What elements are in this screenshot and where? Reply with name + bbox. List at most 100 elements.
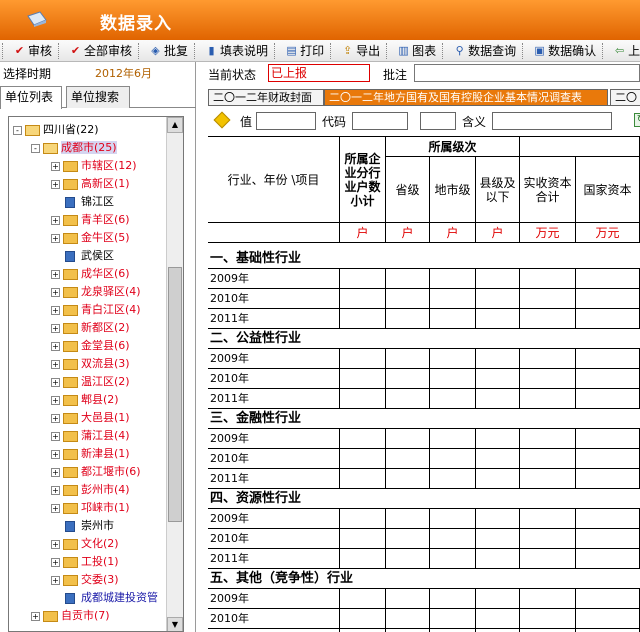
data-cell[interactable]: [340, 389, 386, 409]
data-cell[interactable]: [476, 549, 520, 569]
tree-node[interactable]: + 交委(3): [51, 571, 119, 589]
toolbar-button-1[interactable]: ✔ 全部审核: [63, 40, 136, 61]
tree-node[interactable]: + 青白江区(4): [51, 301, 141, 319]
tree-node[interactable]: 锦江区: [51, 193, 114, 211]
data-cell[interactable]: [430, 589, 476, 609]
data-cell[interactable]: [476, 449, 520, 469]
toolbar-button-0[interactable]: ✔ 审核: [7, 40, 56, 61]
data-cell[interactable]: [520, 529, 576, 549]
tree-node[interactable]: + 彭州市(4): [51, 481, 130, 499]
data-cell[interactable]: [476, 529, 520, 549]
data-cell[interactable]: [576, 349, 640, 369]
data-cell[interactable]: [386, 349, 430, 369]
data-cell[interactable]: [520, 309, 576, 329]
data-cell[interactable]: [340, 289, 386, 309]
note-input[interactable]: [414, 64, 640, 82]
tree-node[interactable]: - 四川省(22): [13, 121, 99, 139]
expand-icon[interactable]: +: [51, 503, 60, 513]
data-cell[interactable]: [430, 469, 476, 489]
refresh-icon[interactable]: ↻: [634, 113, 640, 127]
data-cell[interactable]: [520, 269, 576, 289]
scroll-up-icon[interactable]: ▲: [167, 117, 183, 133]
period-value[interactable]: 2012年6月: [95, 65, 152, 81]
tab-finance-cover[interactable]: 二〇一二年财政封面: [208, 89, 324, 105]
tree-node[interactable]: + 高新区(1): [51, 175, 130, 193]
data-cell[interactable]: [576, 309, 640, 329]
expand-icon[interactable]: +: [51, 233, 60, 243]
tab-enterprise-survey[interactable]: 二〇一二年地方国有及国有控股企业基本情况调查表: [324, 89, 608, 105]
tab-next[interactable]: 二〇: [610, 89, 640, 105]
collapse-icon[interactable]: -: [31, 143, 40, 153]
scroll-thumb[interactable]: [168, 267, 182, 522]
value-input[interactable]: [256, 112, 316, 130]
data-cell[interactable]: [430, 389, 476, 409]
data-cell[interactable]: [476, 389, 520, 409]
expand-icon[interactable]: +: [31, 611, 40, 621]
data-cell[interactable]: [340, 529, 386, 549]
data-cell[interactable]: [386, 389, 430, 409]
data-cell[interactable]: [340, 369, 386, 389]
tree-node[interactable]: + 郫县(2): [51, 391, 119, 409]
data-cell[interactable]: [340, 469, 386, 489]
expand-icon[interactable]: +: [51, 269, 60, 279]
scroll-down-icon[interactable]: ▼: [167, 617, 183, 631]
toolbar-button-6[interactable]: ▥ 图表: [391, 40, 440, 61]
data-cell[interactable]: [430, 289, 476, 309]
tree-scrollbar[interactable]: ▲ ▼: [166, 117, 183, 631]
data-cell[interactable]: [386, 449, 430, 469]
toolbar-button-3[interactable]: ▮ 填表说明: [199, 40, 272, 61]
tab-unit-list[interactable]: 单位列表: [0, 86, 62, 109]
expand-icon[interactable]: +: [51, 287, 60, 297]
expand-icon[interactable]: +: [51, 431, 60, 441]
tree-node[interactable]: + 新津县(1): [51, 445, 130, 463]
tree-node[interactable]: + 自贡市(7): [31, 607, 110, 625]
tree-node[interactable]: + 邛崃市(1): [51, 499, 130, 517]
expand-icon[interactable]: +: [51, 377, 60, 387]
expand-icon[interactable]: +: [51, 161, 60, 171]
tree-node[interactable]: 成都城建投资管: [51, 589, 158, 607]
toolbar-button-9[interactable]: ⇦上级退回: [607, 40, 640, 61]
tree-node[interactable]: + 温江区(2): [51, 373, 130, 391]
tree-node[interactable]: 武侯区: [51, 247, 114, 265]
data-cell[interactable]: [576, 589, 640, 609]
data-cell[interactable]: [340, 269, 386, 289]
data-cell[interactable]: [520, 589, 576, 609]
tree-node[interactable]: - 成都市(25): [31, 139, 117, 157]
code-input-2[interactable]: [420, 112, 456, 130]
data-cell[interactable]: [386, 589, 430, 609]
data-cell[interactable]: [386, 529, 430, 549]
data-cell[interactable]: [340, 509, 386, 529]
data-cell[interactable]: [576, 429, 640, 449]
data-cell[interactable]: [476, 349, 520, 369]
data-cell[interactable]: [386, 509, 430, 529]
data-cell[interactable]: [520, 509, 576, 529]
data-cell[interactable]: [576, 529, 640, 549]
data-cell[interactable]: [386, 309, 430, 329]
data-cell[interactable]: [476, 609, 520, 629]
expand-icon[interactable]: +: [51, 575, 60, 585]
toolbar-button-4[interactable]: ▤ 打印: [279, 40, 328, 61]
expand-icon[interactable]: +: [51, 467, 60, 477]
data-cell[interactable]: [476, 289, 520, 309]
data-cell[interactable]: [576, 269, 640, 289]
data-cell[interactable]: [386, 369, 430, 389]
collapse-icon[interactable]: -: [13, 125, 22, 135]
expand-icon[interactable]: +: [51, 395, 60, 405]
expand-icon[interactable]: +: [51, 485, 60, 495]
data-cell[interactable]: [430, 309, 476, 329]
tab-unit-search[interactable]: 单位搜索: [66, 86, 130, 108]
data-cell[interactable]: [340, 429, 386, 449]
expand-icon[interactable]: +: [51, 449, 60, 459]
tree-node[interactable]: + 成华区(6): [51, 265, 130, 283]
data-cell[interactable]: [520, 449, 576, 469]
data-cell[interactable]: [520, 349, 576, 369]
data-cell[interactable]: [476, 509, 520, 529]
data-cell[interactable]: [520, 469, 576, 489]
toolbar-button-2[interactable]: ◈ 批复: [143, 40, 192, 61]
data-cell[interactable]: [576, 449, 640, 469]
data-cell[interactable]: [386, 429, 430, 449]
data-cell[interactable]: [576, 509, 640, 529]
data-cell[interactable]: [476, 309, 520, 329]
tree-node[interactable]: + 龙泉驿区(4): [51, 283, 141, 301]
tree-node[interactable]: + 工投(1): [51, 553, 119, 571]
